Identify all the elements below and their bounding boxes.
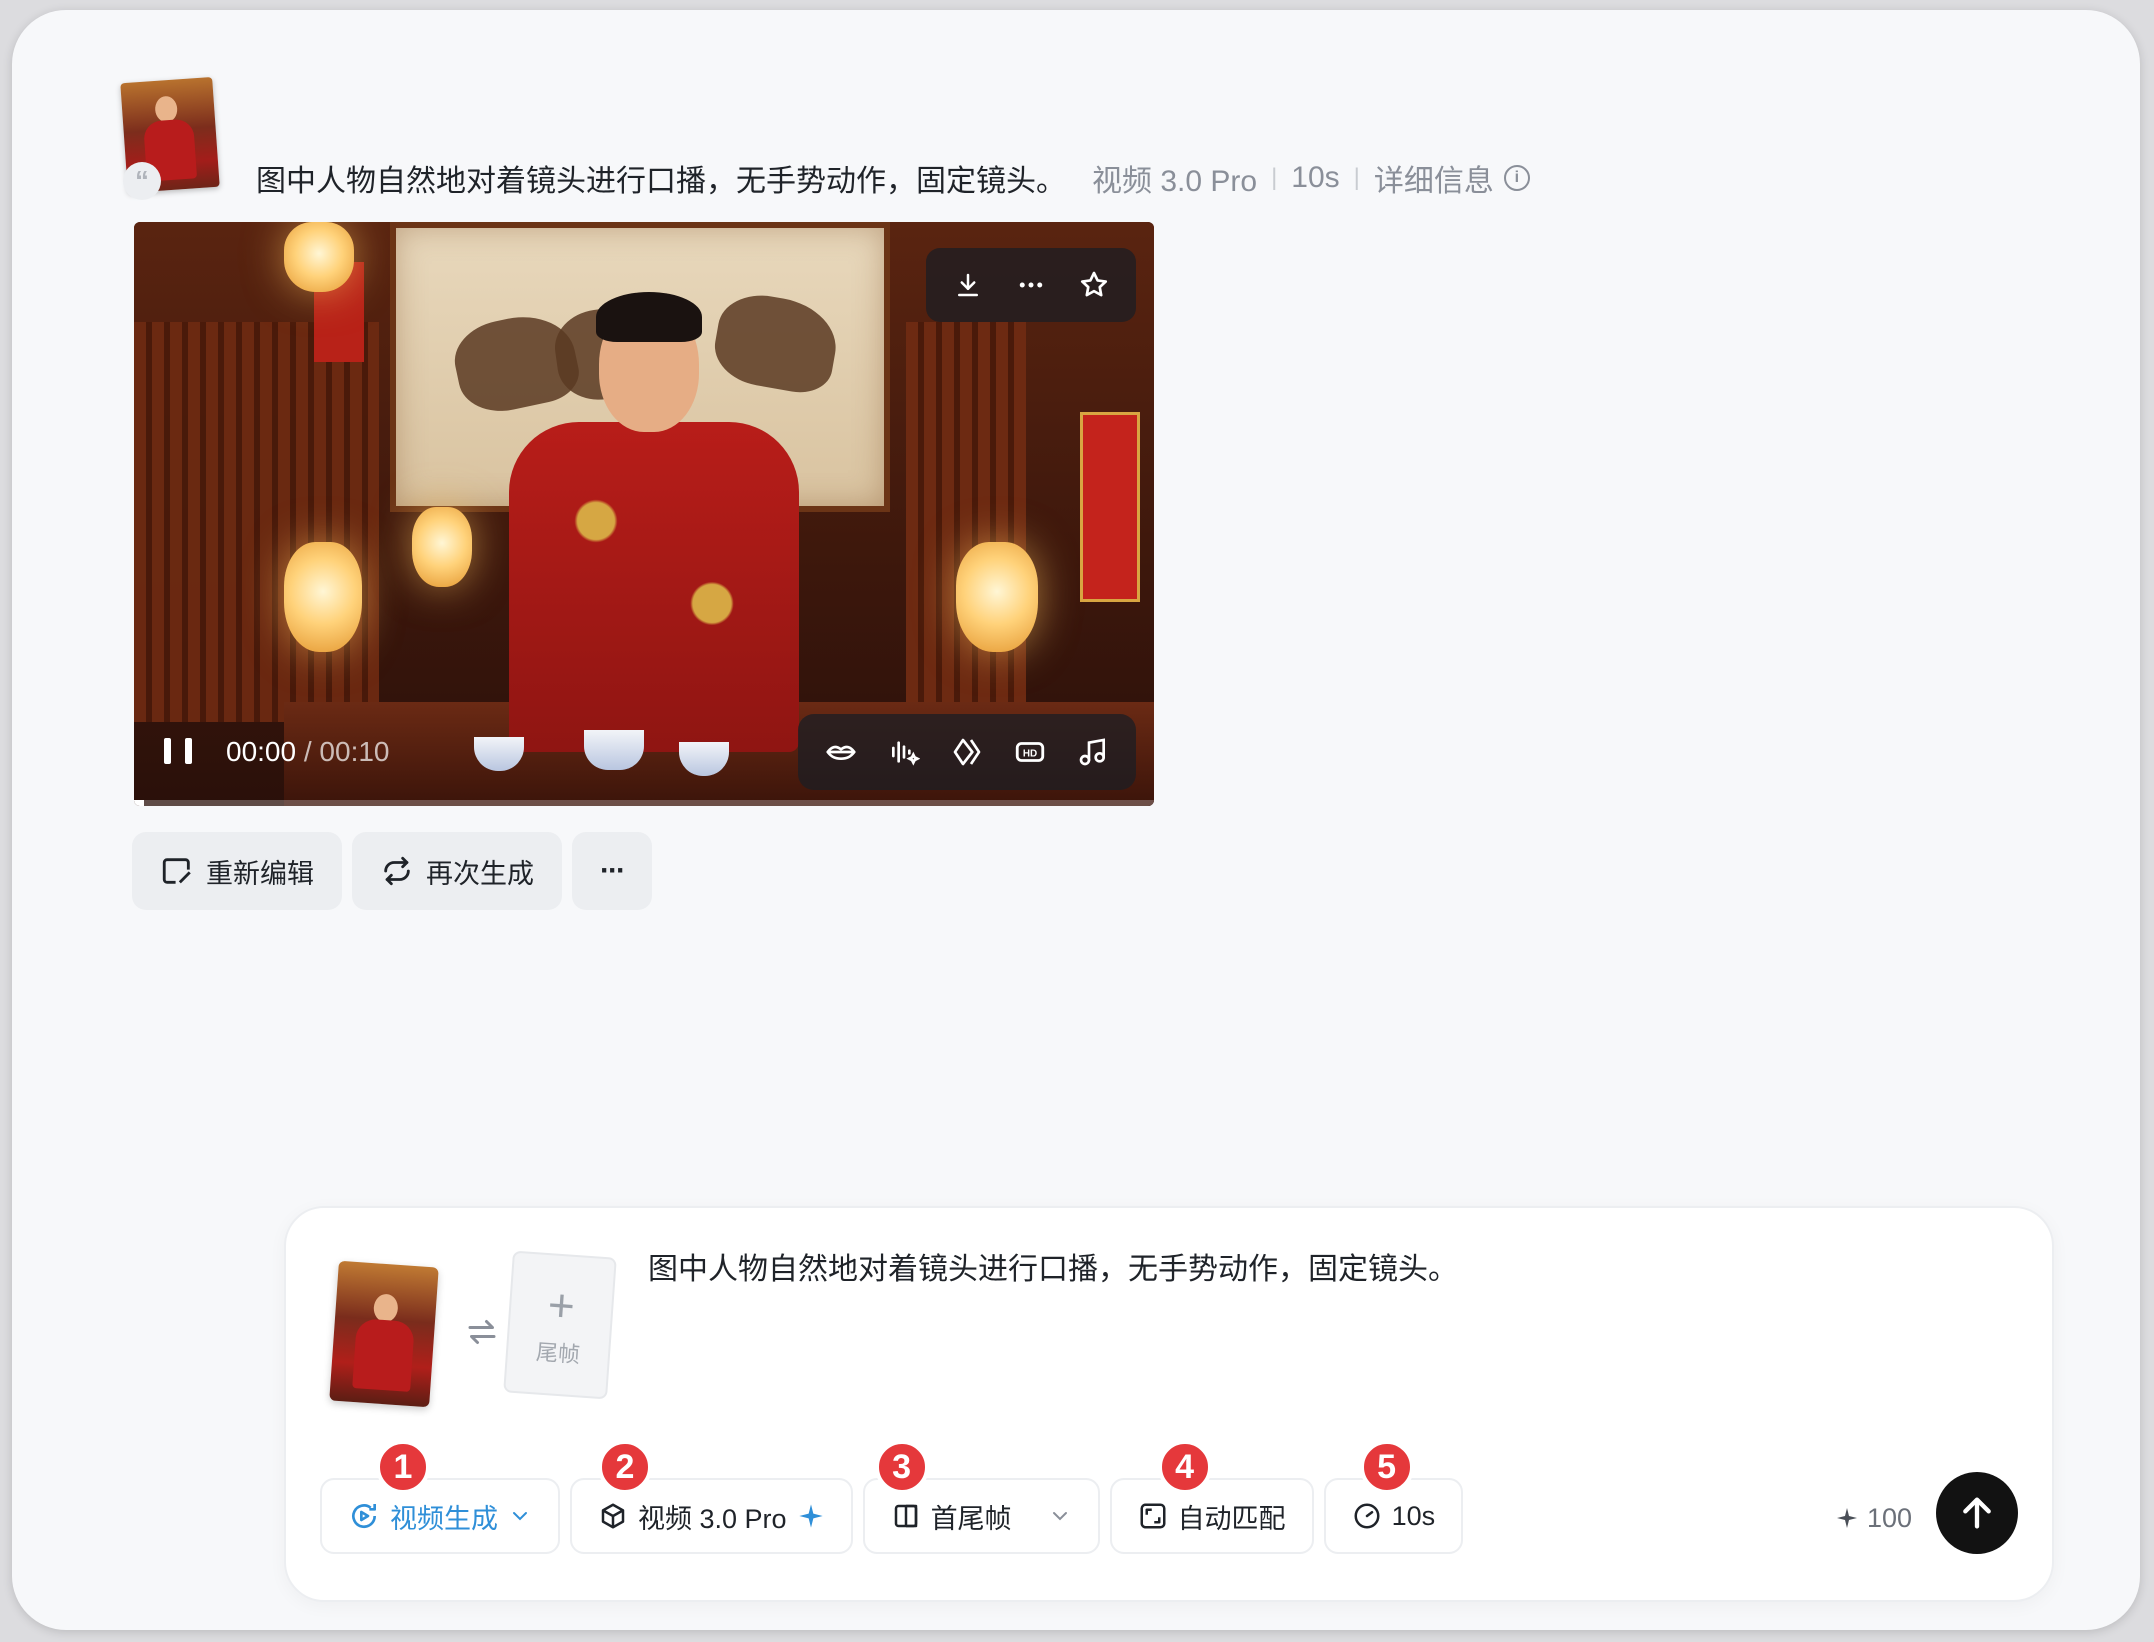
scene-wooden-screen-left [134,322,379,722]
progress-bar[interactable] [134,800,1154,806]
scene-horse [709,288,843,398]
scene-lantern [284,542,362,652]
svg-text:HD: HD [1023,748,1037,759]
scene-person-body [509,422,799,752]
audio-wave-icon[interactable] [882,730,926,774]
regenerate-button[interactable]: 再次生成 [352,832,562,910]
scene-lantern [956,542,1038,652]
last-frame-upload[interactable]: + 尾帧 [503,1250,617,1400]
annotation-badge: 2 [598,1440,652,1494]
send-button[interactable] [1936,1472,2018,1554]
duration-select[interactable]: 5 10s [1323,1440,1464,1554]
credits-cost: 100 [1835,1498,1912,1538]
prompt-input[interactable]: 图中人物自然地对着镜头进行口播，无手势动作，固定镜头。 [648,1244,1458,1288]
pause-icon[interactable] [164,738,192,766]
thumb-body [352,1318,415,1392]
generation-settings: 1 视频生成 2 视频 3.0 Pro 3 首尾帧 4 自动匹配 5 10s [320,1440,1464,1554]
more-actions-button[interactable]: ··· [572,832,652,910]
scene-lantern [284,222,354,292]
progress-fill [134,800,145,806]
annotation-badge: 1 [376,1440,430,1494]
annotation-badge: 3 [874,1440,929,1494]
quote-icon: “ [123,162,161,200]
message-duration: 10s [1291,161,1340,194]
hd-icon[interactable]: HD [1008,730,1052,774]
plus-icon: + [546,1278,577,1332]
arrow-up-icon [1963,1497,1991,1529]
frames-mode-select[interactable]: 3 首尾帧 [862,1440,1100,1554]
star-icon[interactable] [1072,263,1116,307]
scene-wooden-screen-right [906,322,1026,722]
reedit-label: 重新编辑 [206,858,314,889]
reedit-button[interactable]: 重新编辑 [132,832,342,910]
regenerate-label: 再次生成 [426,858,534,889]
video-toolbar [926,248,1136,322]
edit-icon [162,858,191,884]
aspect-ratio-select[interactable]: 4 自动匹配 [1109,1440,1314,1554]
duration-label: 10s [1391,1500,1436,1531]
aspect-ratio-icon [1140,1503,1166,1529]
more-icon: ··· [600,854,626,887]
music-icon[interactable] [1071,730,1115,774]
scene-lantern [412,507,472,587]
prompt-composer: + 尾帧 图中人物自然地对着镜头进行口播，无手势动作，固定镜头。 1 视频生成 … [284,1206,2054,1602]
chevron-down-icon [513,1512,527,1521]
message-prompt: 图中人物自然地对着镜头进行口播，无手势动作，固定镜头。 [256,165,1066,198]
swap-frames-icon[interactable] [464,1314,500,1350]
info-icon[interactable]: i [1503,165,1530,191]
aspect-ratio-label: 自动匹配 [1177,1503,1286,1534]
sparkle-icon [1836,1508,1857,1528]
first-frame-image[interactable] [329,1260,439,1408]
total-time: 00:10 [319,736,390,767]
model-label: 视频 3.0 Pro [638,1503,787,1534]
last-frame-label: 尾帧 [535,1339,581,1368]
video-player[interactable]: 00:00 / 00:10 HD [134,222,1154,806]
meta-divider: | [1353,164,1360,191]
scene-person-hair [596,292,702,342]
scene-red-banner-right [1080,412,1140,602]
playback-controls: 00:00 / 00:10 [164,732,390,772]
model-select[interactable]: 2 视频 3.0 Pro [570,1440,853,1554]
lip-sync-icon[interactable] [819,730,863,774]
app-window: “ 图中人物自然地对着镜头进行口播，无手势动作，固定镜头。 视频 3.0 Pro… [12,10,2140,1630]
more-icon[interactable] [1009,263,1053,307]
frames-mode-label: 首尾帧 [930,1503,1012,1534]
scene-teacup [584,730,644,770]
meta-divider: | [1271,164,1278,191]
time-display: 00:00 / 00:10 [226,736,390,768]
clock-icon [1354,1503,1380,1529]
chevron-down-icon [1052,1512,1067,1521]
frame-interpolation-icon[interactable] [945,730,989,774]
mode-label: 视频生成 [390,1503,498,1534]
annotation-badge: 5 [1359,1440,1414,1494]
regenerate-icon [384,856,410,886]
details-link[interactable]: 详细信息 [1374,156,1494,200]
cube-icon [601,1503,625,1529]
video-generate-icon [352,1504,377,1529]
current-time: 00:00 [226,736,297,767]
video-tools-bar: HD [798,714,1136,790]
download-icon[interactable] [946,263,990,307]
annotation-badge: 4 [1157,1440,1212,1494]
sparkle-icon [798,1504,823,1528]
credits-value: 100 [1866,1502,1912,1533]
mode-select[interactable]: 1 视频生成 [320,1440,560,1554]
time-separator: / [296,736,320,767]
message-model: 视频 3.0 Pro [1092,165,1258,198]
first-last-frame-icon [894,1504,917,1528]
thumb-face [372,1293,399,1323]
message-meta: 图中人物自然地对着镜头进行口播，无手势动作，固定镜头。 视频 3.0 Pro |… [256,158,1530,198]
result-actions: 重新编辑 再次生成 ··· [132,832,652,910]
